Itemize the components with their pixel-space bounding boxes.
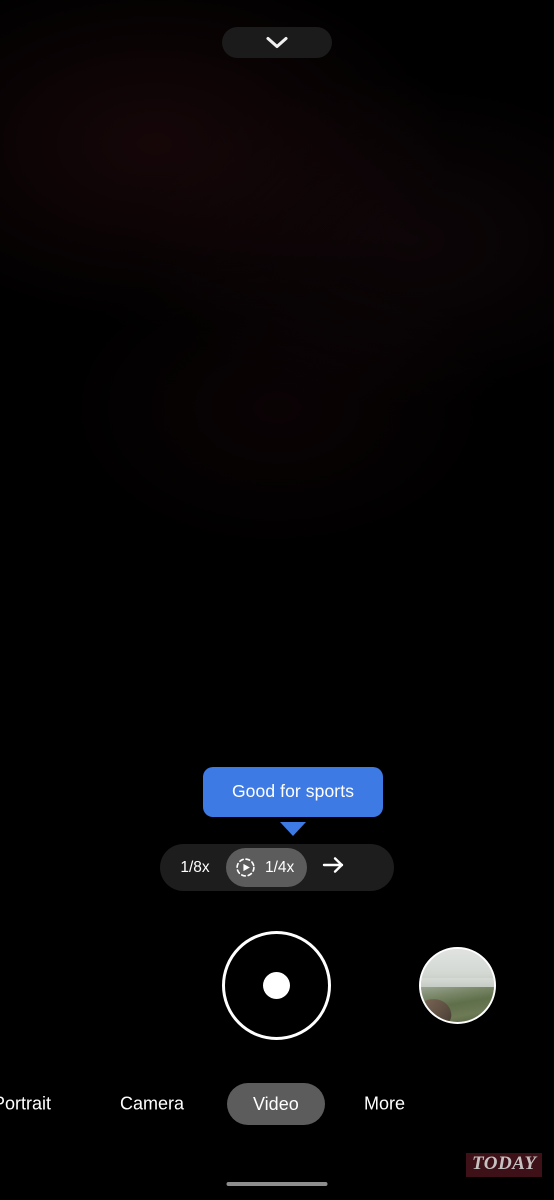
gallery-thumbnail-button[interactable]: [419, 947, 496, 1024]
collapse-controls-button[interactable]: [222, 27, 332, 58]
mode-tab-label: Video: [253, 1094, 299, 1114]
speed-option-one-eighth[interactable]: 1/8x: [164, 848, 226, 887]
slow-motion-icon: [235, 857, 256, 878]
arrow-right-icon: [321, 855, 346, 880]
mode-tab-camera[interactable]: Camera: [120, 1094, 184, 1115]
camera-app-screen: Good for sports 1/8x 1/4x ortrait Camera…: [0, 0, 554, 1200]
watermark: TODAY: [466, 1153, 543, 1177]
record-shutter-icon: [263, 972, 290, 999]
mode-tab-portrait[interactable]: Portrait: [0, 1094, 51, 1115]
tooltip-tail: [280, 822, 306, 836]
home-indicator[interactable]: [226, 1182, 328, 1186]
speed-hint-tooltip: Good for sports: [203, 767, 383, 836]
mode-tab-label: Camera: [120, 1093, 185, 1114]
speed-option-one-quarter-selected[interactable]: 1/4x: [226, 848, 308, 887]
camera-mode-tabs: Portrait Camera Video More: [0, 1081, 554, 1127]
tooltip-text: Good for sports: [203, 767, 383, 817]
shutter-button[interactable]: [222, 931, 331, 1040]
speed-option-label: 1/8x: [180, 858, 210, 876]
mode-tab-video[interactable]: Video: [227, 1083, 325, 1125]
mode-tab-label: More: [364, 1093, 406, 1114]
chevron-down-icon: [266, 36, 288, 49]
mode-tab-more[interactable]: More: [364, 1094, 405, 1115]
mode-tab-label: Portrait: [0, 1093, 52, 1114]
speed-option-label: 1/4x: [265, 858, 295, 876]
next-speed-button[interactable]: [307, 848, 359, 887]
slow-motion-speed-selector[interactable]: 1/8x 1/4x: [160, 844, 394, 891]
